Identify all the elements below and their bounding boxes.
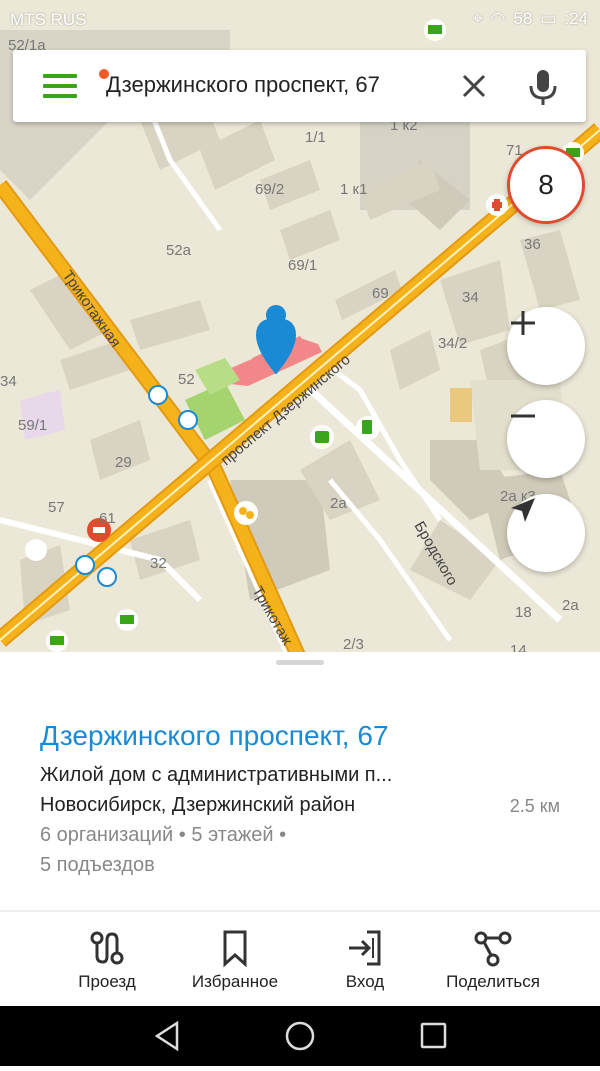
house-number: 32 xyxy=(150,555,167,572)
entrance-icon xyxy=(349,930,381,966)
location-status-icon: ⌖ xyxy=(472,9,483,28)
status-bar: MTS RUS ⌖ ◠ 58 ▭ :24 xyxy=(0,0,600,40)
navigation-arrow-icon xyxy=(511,498,535,522)
menu-button[interactable] xyxy=(43,69,109,100)
plus-icon xyxy=(511,311,535,335)
traffic-level-badge[interactable]: 8 xyxy=(507,146,585,224)
house-number: 2/3 xyxy=(343,636,364,653)
house-number: 2а xyxy=(562,597,579,614)
map-view[interactable]: Трикотажная проспект Дзержинского Бродск… xyxy=(0,0,600,660)
microphone-icon xyxy=(529,70,557,105)
house-number: 59/1 xyxy=(18,417,47,434)
house-number: 52а xyxy=(166,242,192,259)
clear-search-button[interactable] xyxy=(458,70,490,102)
minus-icon xyxy=(511,414,535,418)
place-distance: 2.5 км xyxy=(509,796,560,816)
action-bar: Проезд Избранное Вход Поделиться xyxy=(0,912,600,1006)
system-nav-bar xyxy=(0,1006,600,1066)
place-meta: 6 организаций • 5 этажей • xyxy=(40,824,287,846)
wifi-icon: ◠ xyxy=(490,9,506,28)
entrance-button[interactable]: Вход xyxy=(300,912,430,1006)
bookmark-icon xyxy=(223,930,247,968)
house-number: 69/2 xyxy=(255,181,284,198)
my-location-button[interactable] xyxy=(507,494,585,572)
zoom-in-button[interactable] xyxy=(507,307,585,385)
house-number: 61 xyxy=(99,510,116,527)
place-address: Новосибирск, Дзержинский район xyxy=(40,794,356,816)
recents-icon[interactable] xyxy=(420,1022,447,1049)
route-icon xyxy=(90,931,124,965)
entrance-label: Вход xyxy=(345,972,385,991)
house-number: 34 xyxy=(0,373,17,390)
house-number: 1/1 xyxy=(305,129,326,146)
house-number: 34/2 xyxy=(438,335,467,352)
favorites-label: Избранное xyxy=(191,972,279,991)
house-number: 36 xyxy=(524,236,541,253)
house-number: 18 xyxy=(515,604,532,621)
house-number: 52 xyxy=(178,371,195,388)
place-description: Жилой дом с административными п... xyxy=(40,764,393,786)
share-icon xyxy=(474,931,512,967)
back-icon[interactable] xyxy=(154,1020,179,1052)
favorites-button[interactable]: Избранное xyxy=(170,912,300,1006)
house-number: 69/1 xyxy=(288,257,317,274)
route-label: Проезд xyxy=(78,972,136,991)
home-icon[interactable] xyxy=(285,1021,315,1051)
search-input[interactable]: Дзержинского проспект, 67 xyxy=(106,72,380,98)
house-number: 69 xyxy=(372,285,389,302)
place-card[interactable]: Дзержинского проспект, 67 Жилой дом с ад… xyxy=(0,652,600,912)
house-number: 57 xyxy=(48,499,65,516)
place-meta: 5 подъездов xyxy=(40,854,155,876)
carrier-label: MTS RUS xyxy=(10,10,87,29)
share-label: Поделиться xyxy=(446,972,540,991)
close-icon xyxy=(462,74,486,98)
search-bar[interactable]: Дзержинского проспект, 67 xyxy=(13,50,586,122)
zoom-out-button[interactable] xyxy=(507,400,585,478)
drag-handle[interactable] xyxy=(276,660,324,665)
house-number: 29 xyxy=(115,454,132,471)
battery-label: 58 xyxy=(513,9,533,28)
house-number: 34 xyxy=(462,289,479,306)
route-button[interactable]: Проезд xyxy=(42,912,172,1006)
voice-search-button[interactable] xyxy=(525,68,561,108)
battery-icon: ▭ xyxy=(540,9,557,28)
house-number: 1 к1 xyxy=(340,181,367,198)
time-label: :24 xyxy=(564,9,588,28)
place-title: Дзержинского проспект, 67 xyxy=(40,720,389,751)
house-number: 2а xyxy=(330,495,347,512)
share-button[interactable]: Поделиться xyxy=(428,912,558,1006)
